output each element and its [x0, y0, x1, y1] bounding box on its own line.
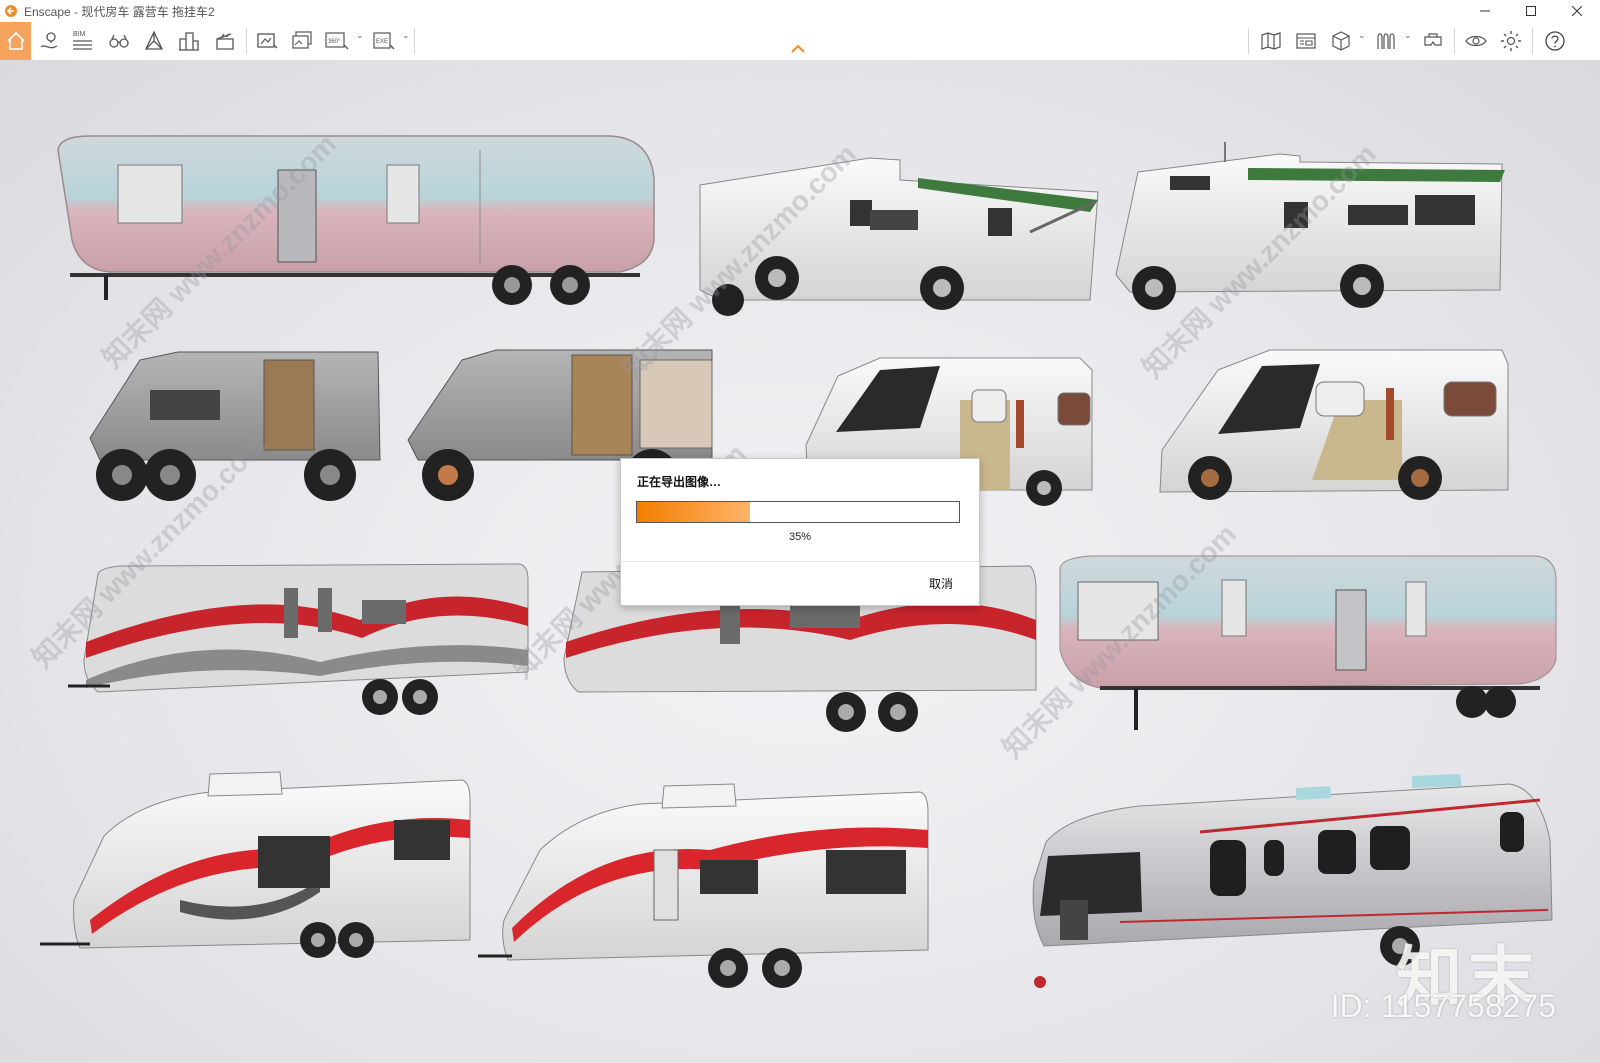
- maximize-button[interactable]: [1508, 0, 1554, 22]
- eye-icon: [1465, 35, 1487, 47]
- batch-render-button[interactable]: [288, 25, 318, 57]
- vintage-trailer-pink-2: [1059, 555, 1557, 730]
- bim-button[interactable]: BIM: [68, 25, 98, 57]
- home-icon: [6, 31, 25, 50]
- vr-headset-icon: [1424, 33, 1442, 46]
- screenshot-icon: [257, 33, 278, 49]
- chevron-down-icon[interactable]: ⌄: [1404, 30, 1412, 41]
- panorama-icon: 360°: [325, 32, 349, 50]
- toolbar-separator: [246, 28, 247, 54]
- toolbar-separator: [1532, 28, 1533, 54]
- location-button[interactable]: [34, 25, 64, 57]
- collapse-toolbar-icon[interactable]: [790, 44, 806, 54]
- batch-render-icon: [292, 31, 312, 49]
- exe-export-icon: EXE: [373, 32, 395, 50]
- toolbar-separator: [1454, 28, 1455, 54]
- toolbar-separator: [1248, 28, 1249, 54]
- cube-icon: [1332, 31, 1350, 51]
- clapperboard-icon: [216, 33, 234, 50]
- materials-button[interactable]: [1372, 25, 1402, 57]
- help-icon: [1545, 31, 1565, 51]
- close-icon: [1572, 6, 1582, 16]
- perspective-button[interactable]: [139, 25, 169, 57]
- home-button[interactable]: [0, 22, 31, 60]
- travel-trailer-white-1: [40, 771, 471, 958]
- window-controls: [1462, 0, 1600, 22]
- close-button[interactable]: [1554, 0, 1600, 22]
- expedition-truck-1: [89, 351, 381, 501]
- travel-trailer-white-2: [478, 783, 929, 988]
- enscape-logo-icon: [5, 5, 17, 17]
- location-pin-icon: [40, 32, 58, 49]
- panorama-label: 360°: [328, 39, 341, 45]
- visual-settings-button[interactable]: [1461, 25, 1491, 57]
- vintage-trailer-pink-1: [57, 135, 655, 305]
- vr-button[interactable]: [1418, 25, 1448, 57]
- class-c-motorhome-2: [1115, 142, 1505, 310]
- buildings-icon: [179, 32, 199, 51]
- minimize-icon: [1480, 10, 1490, 12]
- perspective-icon: [144, 30, 164, 50]
- travel-trailer-red-1: [68, 563, 529, 715]
- progress-bar: [636, 501, 960, 523]
- materials-icon: [1377, 33, 1395, 49]
- class-b-motorhome-2: [1159, 349, 1509, 500]
- exe-export-button[interactable]: EXE: [370, 25, 400, 57]
- walk-mode-button[interactable]: [104, 25, 134, 57]
- chevron-down-icon[interactable]: ⌄: [356, 30, 364, 41]
- help-button[interactable]: [1540, 25, 1570, 57]
- progress-fill: [637, 502, 750, 522]
- video-editor-button[interactable]: [210, 25, 240, 57]
- progress-percent: 35%: [788, 531, 812, 543]
- cancel-button[interactable]: 取消: [929, 575, 953, 592]
- screenshot-button[interactable]: [252, 25, 282, 57]
- maximize-icon: [1526, 6, 1536, 16]
- settings-button[interactable]: [1496, 25, 1526, 57]
- panorama-button[interactable]: 360°: [322, 25, 352, 57]
- chevron-down-icon[interactable]: ⌄: [1358, 30, 1366, 41]
- title-bar: Enscape - 现代房车 露营车 拖挂车2: [0, 0, 1600, 22]
- bim-label: BIM: [73, 31, 86, 38]
- watermark-id: ID: 1157758275: [1330, 988, 1556, 1024]
- settings-icon: [1501, 31, 1521, 51]
- chevron-down-icon[interactable]: ⌄: [402, 30, 410, 41]
- map-button[interactable]: [1256, 25, 1286, 57]
- dialog-title: 正在导出图像…: [637, 475, 722, 489]
- toolbar-separator: [414, 28, 415, 54]
- map-icon: [1261, 32, 1281, 50]
- asset-library-icon: [1296, 33, 1316, 49]
- minimize-button[interactable]: [1462, 0, 1508, 22]
- class-c-motorhome-1: [699, 157, 1099, 316]
- exe-label: EXE: [376, 39, 388, 45]
- window-title: Enscape - 现代房车 露营车 拖挂车2: [24, 4, 215, 19]
- export-progress-dialog: 正在导出图像… 35% 取消: [620, 458, 980, 606]
- bim-icon: BIM: [73, 31, 92, 50]
- dialog-divider: [621, 561, 979, 562]
- cube-button[interactable]: [1326, 25, 1356, 57]
- buildings-button[interactable]: [174, 25, 204, 57]
- asset-library-button[interactable]: [1291, 25, 1321, 57]
- binoculars-icon: [109, 34, 129, 48]
- main-toolbar: BIM 360° ⌄ EXE ⌄ ⌄ ⌄: [0, 22, 1600, 61]
